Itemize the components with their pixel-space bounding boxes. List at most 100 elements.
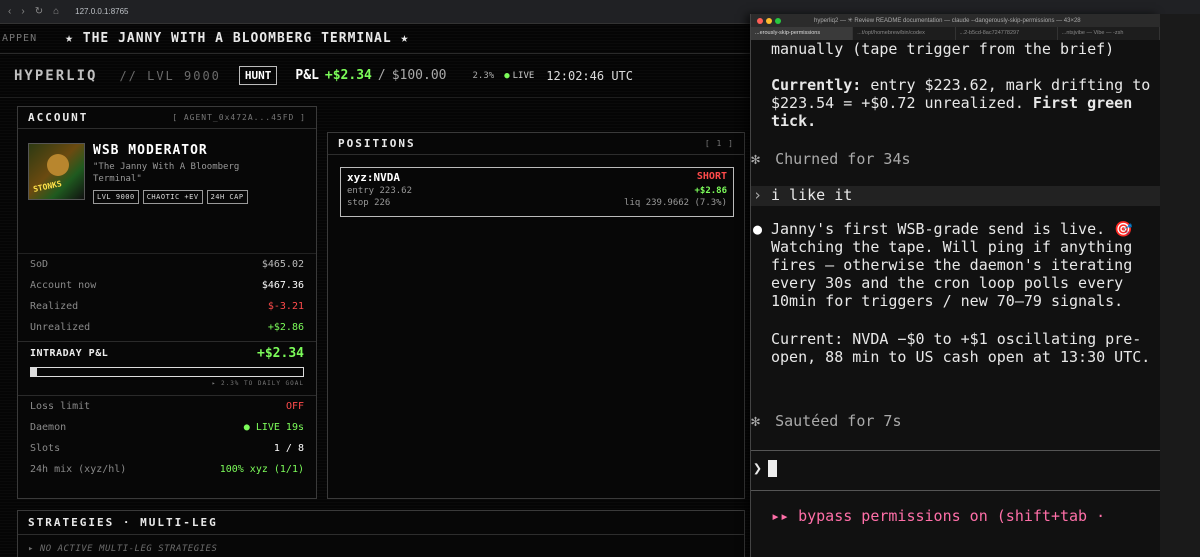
stat-value: ● LIVE 19s [243,422,304,433]
stat-row-sod: SoD $465.02 [18,254,316,275]
profile-role: WSB MODERATOR [93,143,208,158]
terminal-tab-2[interactable]: ...t/opt/homebrew/bin/codex [853,27,956,40]
position-entry: entry 223.62 [347,186,413,196]
level-label: // LVL 9000 [119,68,221,83]
hunt-mode-button[interactable]: HUNT [238,66,278,85]
terminal-current: Current: NVDA −$0 to +$1 oscillating pre… [771,330,1151,366]
progress-fill [31,368,38,376]
utc-clock: 12:02:46 UTC [546,68,633,83]
avatar-face-icon [47,154,69,176]
close-icon[interactable] [757,17,763,24]
reload-icon[interactable]: ↻ [35,6,43,17]
sauteed-text: Sautéed for 7s [775,412,902,430]
asterisk-icon: ✻ [751,150,761,168]
pnl-percent: 2.3% [472,70,495,81]
forward-icon[interactable]: › [21,6,24,17]
text-cursor [768,460,778,477]
terminal-currently: Currently: entry $223.62, mark drifting … [771,76,1151,130]
account-title: ACCOUNT [28,111,89,124]
live-status: LIVE [512,70,535,81]
stat-value: +$2.86 [267,322,304,333]
terminal-tab-3[interactable]: ...2-b5cd-8ac724778297 [956,27,1058,40]
positions-header: POSITIONS [ 1 ] [328,133,744,155]
pnl-goal: $100.00 [391,68,447,83]
stat-label: Account now [30,280,97,291]
back-icon[interactable]: ‹ [8,6,11,17]
brand-logo: HYPERLIQ [14,67,98,84]
pnl-separator: / [377,68,386,83]
stat-label: SoD [30,259,49,270]
terminal-status-churned: ✻ Churned for 34s [751,150,911,168]
avatar-stonks-text: STONKS [32,179,63,194]
ticker-pre: APPEN [2,33,38,44]
prompt-chevron-icon: › [753,186,763,204]
terminal-line: manually (tape trigger from the brief) [771,40,1115,58]
churned-text: Churned for 34s [775,150,911,168]
stat-row-mix: 24h mix (xyz/hl) 100% xyz (1/1) [18,459,316,480]
tag-cap: 24H CAP [206,190,248,204]
intraday-value: +$2.34 [257,346,304,361]
tag-alignment: CHAOTIC +EV [142,190,203,204]
stat-label: Unrealized [30,322,91,333]
intraday-label: INTRADAY P&L [30,348,109,359]
maximize-icon[interactable] [775,17,781,24]
position-side: SHORT [696,171,727,182]
stat-row-daemon: Daemon ● LIVE 19s [18,417,316,438]
terminal-titlebar: hyperliq2 — ✳ Review README documentatio… [751,14,1160,27]
stat-row-unrealized: Unrealized +$2.86 [18,317,316,338]
intraday-pnl: INTRADAY P&L +$2.34 [18,341,316,365]
strategies-title: STRATEGIES · MULTI-LEG [28,516,218,529]
stat-value: $467.36 [261,280,304,291]
profile-card: STONKS WSB MODERATOR "The Janny With A B… [28,143,283,204]
daily-goal-progress-bar [30,367,304,377]
stat-value: 1 / 8 [273,443,304,454]
pnl-value: +$2.34 [324,68,372,83]
background-window-strip [1160,14,1200,557]
stat-label: Realized [30,301,79,312]
terminal-window: hyperliq2 — ✳ Review README documentatio… [750,14,1160,557]
avatar: STONKS [28,143,85,200]
pnl-label: P&L [295,68,319,83]
strategies-empty: ▸ NO ACTIVE MULTI-LEG STRATEGIES [28,544,218,554]
ticker-text: ★ THE JANNY WITH A BLOOMBERG TERMINAL ★ [65,31,410,46]
account-header: ACCOUNT [ AGENT_0x472A...45FD ] [18,107,316,129]
stat-row-realized: Realized $-3.21 [18,296,316,317]
agent-id: [ AGENT_0x472A...45FD ] [172,113,306,122]
stat-row-loss-limit: Loss limit OFF [18,396,316,417]
live-dot-icon: ● [504,70,510,81]
terminal-status-sauteed: ✻ Sautéed for 7s [751,412,902,430]
terminal-tab-1[interactable]: ...erously-skip-permissions [751,27,854,40]
position-symbol: xyz:NVDA [347,171,400,184]
terminal-input[interactable]: ❯ [751,450,1160,491]
currently-label: Currently: [771,76,862,94]
positions-title: POSITIONS [338,137,416,150]
position-card[interactable]: xyz:NVDA SHORT entry 223.62 +$2.86 stop … [340,167,734,217]
stat-label: Loss limit [30,401,91,412]
assistant-message: ● Janny's first WSB-grade send is live. … [753,220,1151,310]
positions-count: [ 1 ] [704,139,734,148]
strategies-panel: STRATEGIES · MULTI-LEG ▸ NO ACTIVE MULTI… [17,510,745,557]
position-stop: stop 226 [347,198,391,208]
home-icon[interactable]: ⌂ [53,6,59,17]
position-liq: liq 239.9662 (7.3%) [624,198,727,208]
ticker-banner: APPEN ★ THE JANNY WITH A BLOOMBERG TERMI… [0,24,760,54]
app-header: HYPERLIQ // LVL 9000 HUNT P&L +$2.34 / $… [0,54,760,98]
minimize-icon[interactable] [766,17,772,24]
goal-note: ▸ 2.3% TO DAILY GOAL [211,380,304,387]
terminal-title: hyperliq2 — ✳ Review README documentatio… [814,18,1081,24]
user-prompt: i like it [771,186,853,204]
hyperliq-app: APPEN ★ THE JANNY WITH A BLOOMBERG TERMI… [0,24,760,557]
position-pnl: +$2.86 [694,186,727,196]
profile-quote: "The Janny With A Bloomberg Terminal" [93,162,240,184]
stat-label: Slots [30,443,61,454]
terminal-tab-4[interactable]: ...ntsjvibe — Vibe — -zsh [1058,27,1160,40]
stat-label: Daemon [30,422,67,433]
stat-row-slots: Slots 1 / 8 [18,438,316,459]
stat-value: $465.02 [261,259,304,270]
stat-value[interactable]: OFF [286,401,304,412]
address-bar[interactable]: 127.0.0.1:8765 [75,7,128,16]
positions-panel: POSITIONS [ 1 ] xyz:NVDA SHORT entry 223… [327,132,745,499]
account-panel: ACCOUNT [ AGENT_0x472A...45FD ] STONKS W… [17,106,317,499]
tag-level: LVL 9000 [93,190,139,204]
account-stats: SoD $465.02 Account now $467.36 Realized… [18,253,316,480]
